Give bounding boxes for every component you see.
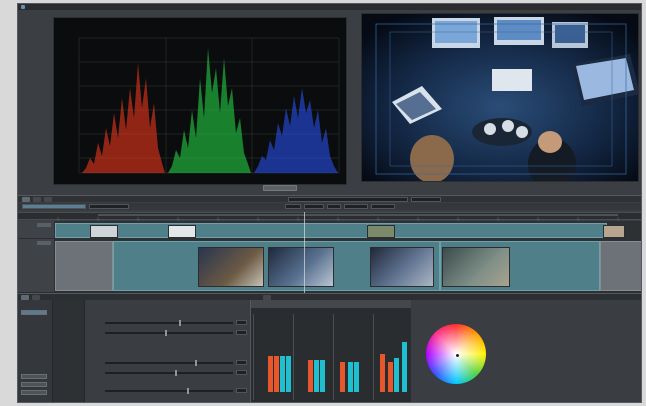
adjust-slider[interactable] xyxy=(105,320,233,326)
meter-bar-cyan xyxy=(280,356,285,392)
timeline-ruler[interactable] xyxy=(18,212,641,221)
scope-red-trace xyxy=(82,63,165,173)
track-toggle[interactable] xyxy=(37,223,51,227)
panel-tab-1[interactable] xyxy=(21,294,29,300)
meter-bar-cyan xyxy=(314,360,319,392)
slider-knob[interactable] xyxy=(195,360,197,366)
meter-bar-cyan xyxy=(402,342,407,392)
layer-list-panel xyxy=(53,300,85,402)
menu-bar xyxy=(18,4,641,10)
tab-1[interactable] xyxy=(22,196,30,202)
timeline-options-bar xyxy=(18,203,641,210)
speed-field[interactable] xyxy=(304,204,324,209)
adjustment-controls xyxy=(85,300,250,402)
left-panel-button[interactable] xyxy=(21,390,47,395)
timeline-tracks xyxy=(18,221,641,293)
meter-bar-red xyxy=(388,362,393,392)
tab-2[interactable] xyxy=(33,196,41,202)
track-toggle[interactable] xyxy=(37,241,51,245)
adjust-slider[interactable] xyxy=(105,360,233,366)
adjust-slider[interactable] xyxy=(105,388,233,394)
frame-field[interactable] xyxy=(327,204,341,209)
meter-bar-cyan xyxy=(354,362,359,392)
timecode-field[interactable] xyxy=(288,196,408,202)
value-field[interactable] xyxy=(236,370,247,375)
left-panel-item[interactable] xyxy=(21,310,47,315)
meter-bar-red xyxy=(308,360,313,392)
slider-knob[interactable] xyxy=(165,330,167,336)
clip-lower-4[interactable] xyxy=(600,241,641,291)
meter-bar-cyan xyxy=(320,360,325,392)
duration-field[interactable] xyxy=(411,196,441,202)
meters-header xyxy=(251,300,411,308)
clip-thumbnail xyxy=(168,225,196,238)
option-field[interactable] xyxy=(89,204,129,209)
clip-name-field[interactable] xyxy=(22,204,86,209)
left-panel-button[interactable] xyxy=(21,374,47,379)
clip-thumbnail xyxy=(603,225,625,238)
slider-knob[interactable] xyxy=(175,370,177,376)
in-field[interactable] xyxy=(344,204,368,209)
timeline-toolbar xyxy=(18,195,641,202)
scope-blue-trace xyxy=(254,88,338,173)
track-header-v1[interactable] xyxy=(18,239,54,293)
value-field[interactable] xyxy=(236,360,247,365)
meter-bar-cyan xyxy=(348,362,353,392)
color-correction-area xyxy=(18,300,641,402)
clip-thumbnail xyxy=(268,247,334,287)
app-icon[interactable] xyxy=(21,5,25,9)
viewer-frame-image xyxy=(362,14,638,181)
level-meters xyxy=(250,300,412,402)
slider-knob[interactable] xyxy=(187,388,189,394)
playhead-icon[interactable] xyxy=(304,212,305,294)
meter-bar-red xyxy=(380,354,385,392)
meter-bar-red xyxy=(274,356,279,392)
clip-lower-1[interactable] xyxy=(55,241,113,291)
value-field[interactable] xyxy=(236,330,247,335)
scope-green-trace xyxy=(168,48,251,173)
adjust-slider[interactable] xyxy=(105,370,233,376)
value-field[interactable] xyxy=(236,388,247,393)
app-window xyxy=(17,3,642,403)
tab-3[interactable] xyxy=(44,196,52,202)
meter-bar-red xyxy=(268,356,273,392)
panel-tab-3[interactable] xyxy=(263,294,271,300)
adjust-slider[interactable] xyxy=(105,330,233,336)
view-toggle-button[interactable] xyxy=(263,185,297,191)
slider-knob[interactable] xyxy=(179,320,181,326)
track-header-v2[interactable] xyxy=(18,221,54,239)
ruler-ticks xyxy=(57,214,619,221)
panel-tab-2[interactable] xyxy=(32,294,40,300)
video-viewer[interactable] xyxy=(361,13,639,182)
meter-group xyxy=(333,314,372,400)
meter-group xyxy=(293,314,332,400)
meter-bar-red xyxy=(340,362,345,392)
clip-thumbnail xyxy=(198,247,264,287)
clip-upper-2[interactable] xyxy=(367,223,607,238)
color-wheel-panel xyxy=(412,300,641,402)
left-panel xyxy=(18,300,53,402)
panel-tabs xyxy=(18,293,641,300)
meter-bar-cyan xyxy=(286,356,291,392)
clip-thumbnail xyxy=(90,225,118,238)
meter-group xyxy=(253,314,292,400)
left-panel-button[interactable] xyxy=(21,382,47,387)
value-field[interactable] xyxy=(236,320,247,325)
clip-thumbnail xyxy=(442,247,510,287)
scope-graph xyxy=(78,37,340,174)
rgb-parade-scope xyxy=(53,17,347,185)
meter-group xyxy=(373,314,412,400)
meter-bar-cyan xyxy=(394,358,399,392)
clip-thumbnail xyxy=(370,247,434,287)
out-field[interactable] xyxy=(371,204,395,209)
clip-thumbnail xyxy=(367,225,395,238)
zoom-field[interactable] xyxy=(285,204,301,209)
color-wheel-puck[interactable] xyxy=(455,353,460,358)
